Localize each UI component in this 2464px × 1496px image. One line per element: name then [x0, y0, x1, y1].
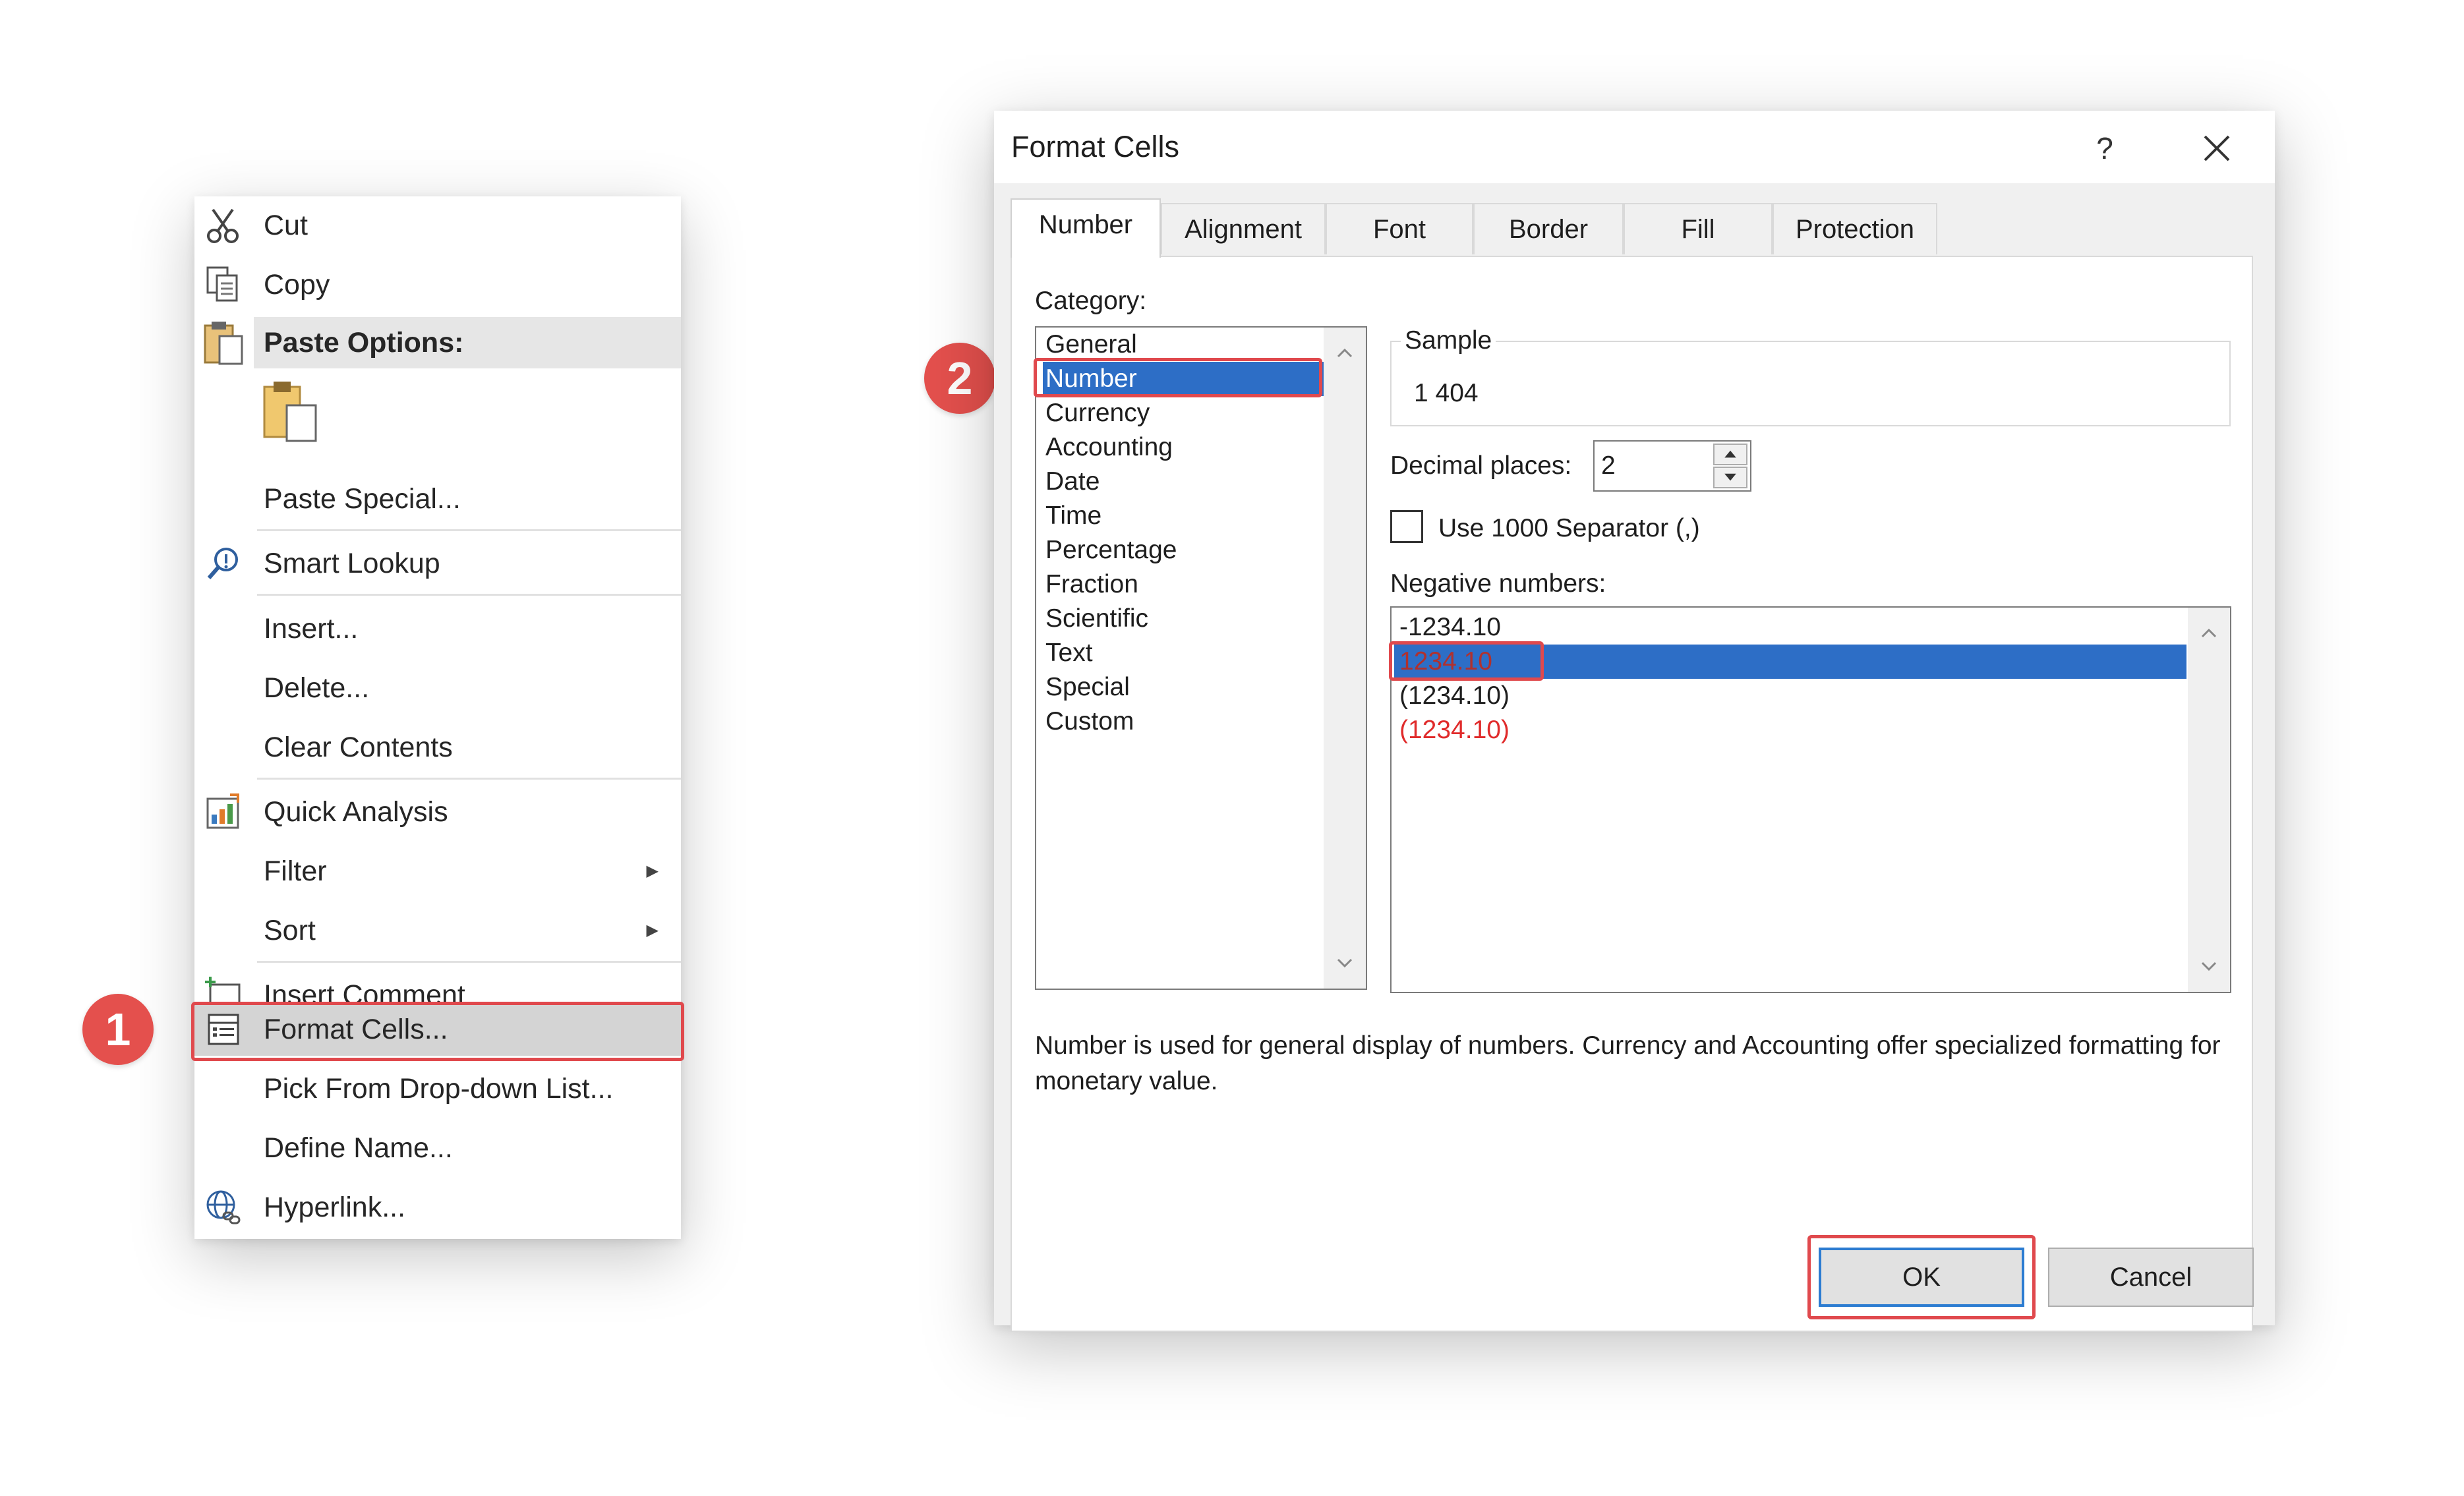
- category-item-fraction[interactable]: Fraction: [1043, 567, 1329, 602]
- menu-item-define-name[interactable]: Define Name...: [194, 1119, 681, 1177]
- category-listbox[interactable]: General Number Currency Accounting Date …: [1035, 326, 1367, 990]
- triangle-up-icon: [1724, 450, 1736, 458]
- step-2-highlight-frame: [1034, 358, 1322, 397]
- negative-option[interactable]: (1234.10): [1394, 713, 2186, 747]
- menu-item-cut[interactable]: Cut: [194, 196, 681, 254]
- sample-label: Sample: [1401, 326, 1496, 355]
- tab-protection[interactable]: Protection: [1773, 203, 1937, 254]
- decimal-places-spinner[interactable]: 2: [1593, 440, 1751, 492]
- category-item-currency[interactable]: Currency: [1043, 396, 1329, 430]
- negative-option[interactable]: -1234.10: [1394, 610, 2186, 645]
- context-menu: Cut Copy Paste Options: Paste Special...: [191, 196, 684, 1239]
- quick-analysis-icon: [206, 793, 239, 829]
- spin-up-button[interactable]: [1713, 444, 1747, 465]
- thousand-separator-checkbox[interactable]: [1390, 510, 1423, 543]
- thousand-separator-label[interactable]: Use 1000 Separator (,): [1438, 514, 1700, 543]
- tab-font[interactable]: Font: [1326, 203, 1473, 254]
- format-cells-dialog: Format Cells ? Number Alignment Font Bor…: [994, 111, 2275, 1332]
- menu-item-label: Insert...: [264, 613, 359, 645]
- menu-item-insert[interactable]: Insert...: [194, 600, 681, 658]
- clipboard-icon: [204, 322, 243, 365]
- step-1-highlight-frame: [191, 1002, 684, 1061]
- tab-alignment[interactable]: Alignment: [1161, 203, 1326, 254]
- menu-item-label: Smart Lookup: [264, 548, 440, 579]
- menu-item-label: Quick Analysis: [264, 796, 448, 828]
- category-scrollbar[interactable]: [1324, 328, 1366, 989]
- category-item-special[interactable]: Special: [1043, 670, 1329, 705]
- smart-lookup-icon: [207, 548, 238, 579]
- cancel-button[interactable]: Cancel: [2048, 1248, 2254, 1307]
- menu-item-hyperlink[interactable]: Hyperlink...: [194, 1178, 681, 1236]
- scroll-down-icon[interactable]: [2188, 947, 2230, 987]
- category-item-time[interactable]: Time: [1043, 499, 1329, 533]
- category-item-percentage[interactable]: Percentage: [1043, 533, 1329, 567]
- sample-group: [1390, 341, 2231, 426]
- step-badge-2: 2: [924, 343, 995, 414]
- step-badge-1: 1: [82, 994, 154, 1065]
- close-icon[interactable]: [2194, 125, 2240, 171]
- paste-icon[interactable]: [260, 378, 320, 444]
- menu-item-sort[interactable]: Sort ▶: [194, 902, 681, 960]
- menu-item-label: Pick From Drop-down List...: [264, 1073, 614, 1105]
- menu-item-filter[interactable]: Filter ▶: [194, 842, 681, 900]
- category-item-accounting[interactable]: Accounting: [1043, 430, 1329, 465]
- dialog-titlebar: Format Cells ?: [994, 111, 2275, 183]
- category-label: Category:: [1035, 287, 1147, 315]
- tab-number[interactable]: Number: [1011, 198, 1161, 258]
- menu-item-quick-analysis[interactable]: Quick Analysis: [194, 783, 681, 841]
- negative-option[interactable]: (1234.10): [1394, 679, 2186, 713]
- menu-item-label: Hyperlink...: [264, 1192, 406, 1223]
- spin-down-button[interactable]: [1713, 467, 1747, 488]
- category-item-date[interactable]: Date: [1043, 465, 1329, 499]
- menu-separator: [257, 529, 681, 531]
- menu-item-smart-lookup[interactable]: Smart Lookup: [194, 534, 681, 592]
- menu-separator: [257, 594, 681, 596]
- hyperlink-icon: [206, 1190, 241, 1224]
- paste-options-header: Paste Options:: [254, 317, 681, 368]
- scroll-up-icon[interactable]: [2188, 613, 2230, 652]
- decimal-places-label: Decimal places:: [1390, 451, 1572, 480]
- negative-scrollbar[interactable]: [2188, 608, 2230, 992]
- menu-item-delete[interactable]: Delete...: [194, 659, 681, 717]
- step-3-highlight-frame: [1389, 641, 1544, 681]
- number-tab-panel: Category: General Number Currency Accoun…: [1011, 256, 2253, 1332]
- menu-item-label: Delete...: [264, 672, 370, 704]
- menu-item-label: Filter: [264, 855, 327, 887]
- scroll-up-icon[interactable]: [1324, 333, 1366, 372]
- menu-separator: [257, 778, 681, 780]
- dialog-title: Format Cells: [1011, 130, 1180, 163]
- submenu-arrow-icon: ▶: [646, 921, 659, 939]
- tab-border[interactable]: Border: [1473, 203, 1624, 254]
- category-item-text[interactable]: Text: [1043, 636, 1329, 670]
- menu-item-label: Paste Special...: [264, 483, 461, 515]
- category-item-general[interactable]: General: [1043, 328, 1329, 362]
- submenu-arrow-icon: ▶: [646, 862, 659, 880]
- menu-item-pick-from-list[interactable]: Pick From Drop-down List...: [194, 1060, 681, 1118]
- menu-item-clear-contents[interactable]: Clear Contents: [194, 718, 681, 776]
- ok-button[interactable]: OK: [1819, 1248, 2024, 1307]
- category-description: Number is used for general display of nu…: [1035, 1031, 2221, 1095]
- triangle-down-icon: [1724, 473, 1736, 481]
- menu-item-label: Copy: [264, 269, 330, 301]
- copy-icon: [206, 266, 238, 302]
- scissors-icon: [207, 208, 239, 243]
- tab-fill[interactable]: Fill: [1624, 203, 1773, 254]
- menu-item-label: Define Name...: [264, 1132, 453, 1164]
- menu-item-label: Sort: [264, 915, 316, 946]
- menu-item-paste-special[interactable]: Paste Special...: [194, 470, 681, 528]
- category-item-scientific[interactable]: Scientific: [1043, 602, 1329, 636]
- decimal-places-value[interactable]: 2: [1601, 442, 1616, 490]
- menu-item-label: Clear Contents: [264, 732, 453, 763]
- scroll-down-icon[interactable]: [1324, 944, 1366, 983]
- category-item-custom[interactable]: Custom: [1043, 705, 1329, 739]
- menu-item-label: Cut: [264, 210, 308, 241]
- sample-value: 1 404: [1414, 379, 1479, 407]
- menu-item-copy[interactable]: Copy: [194, 256, 681, 314]
- help-button[interactable]: ?: [2082, 125, 2128, 171]
- paste-options-label: Paste Options:: [264, 327, 464, 359]
- menu-separator: [257, 961, 681, 963]
- negative-numbers-label: Negative numbers:: [1390, 569, 1606, 598]
